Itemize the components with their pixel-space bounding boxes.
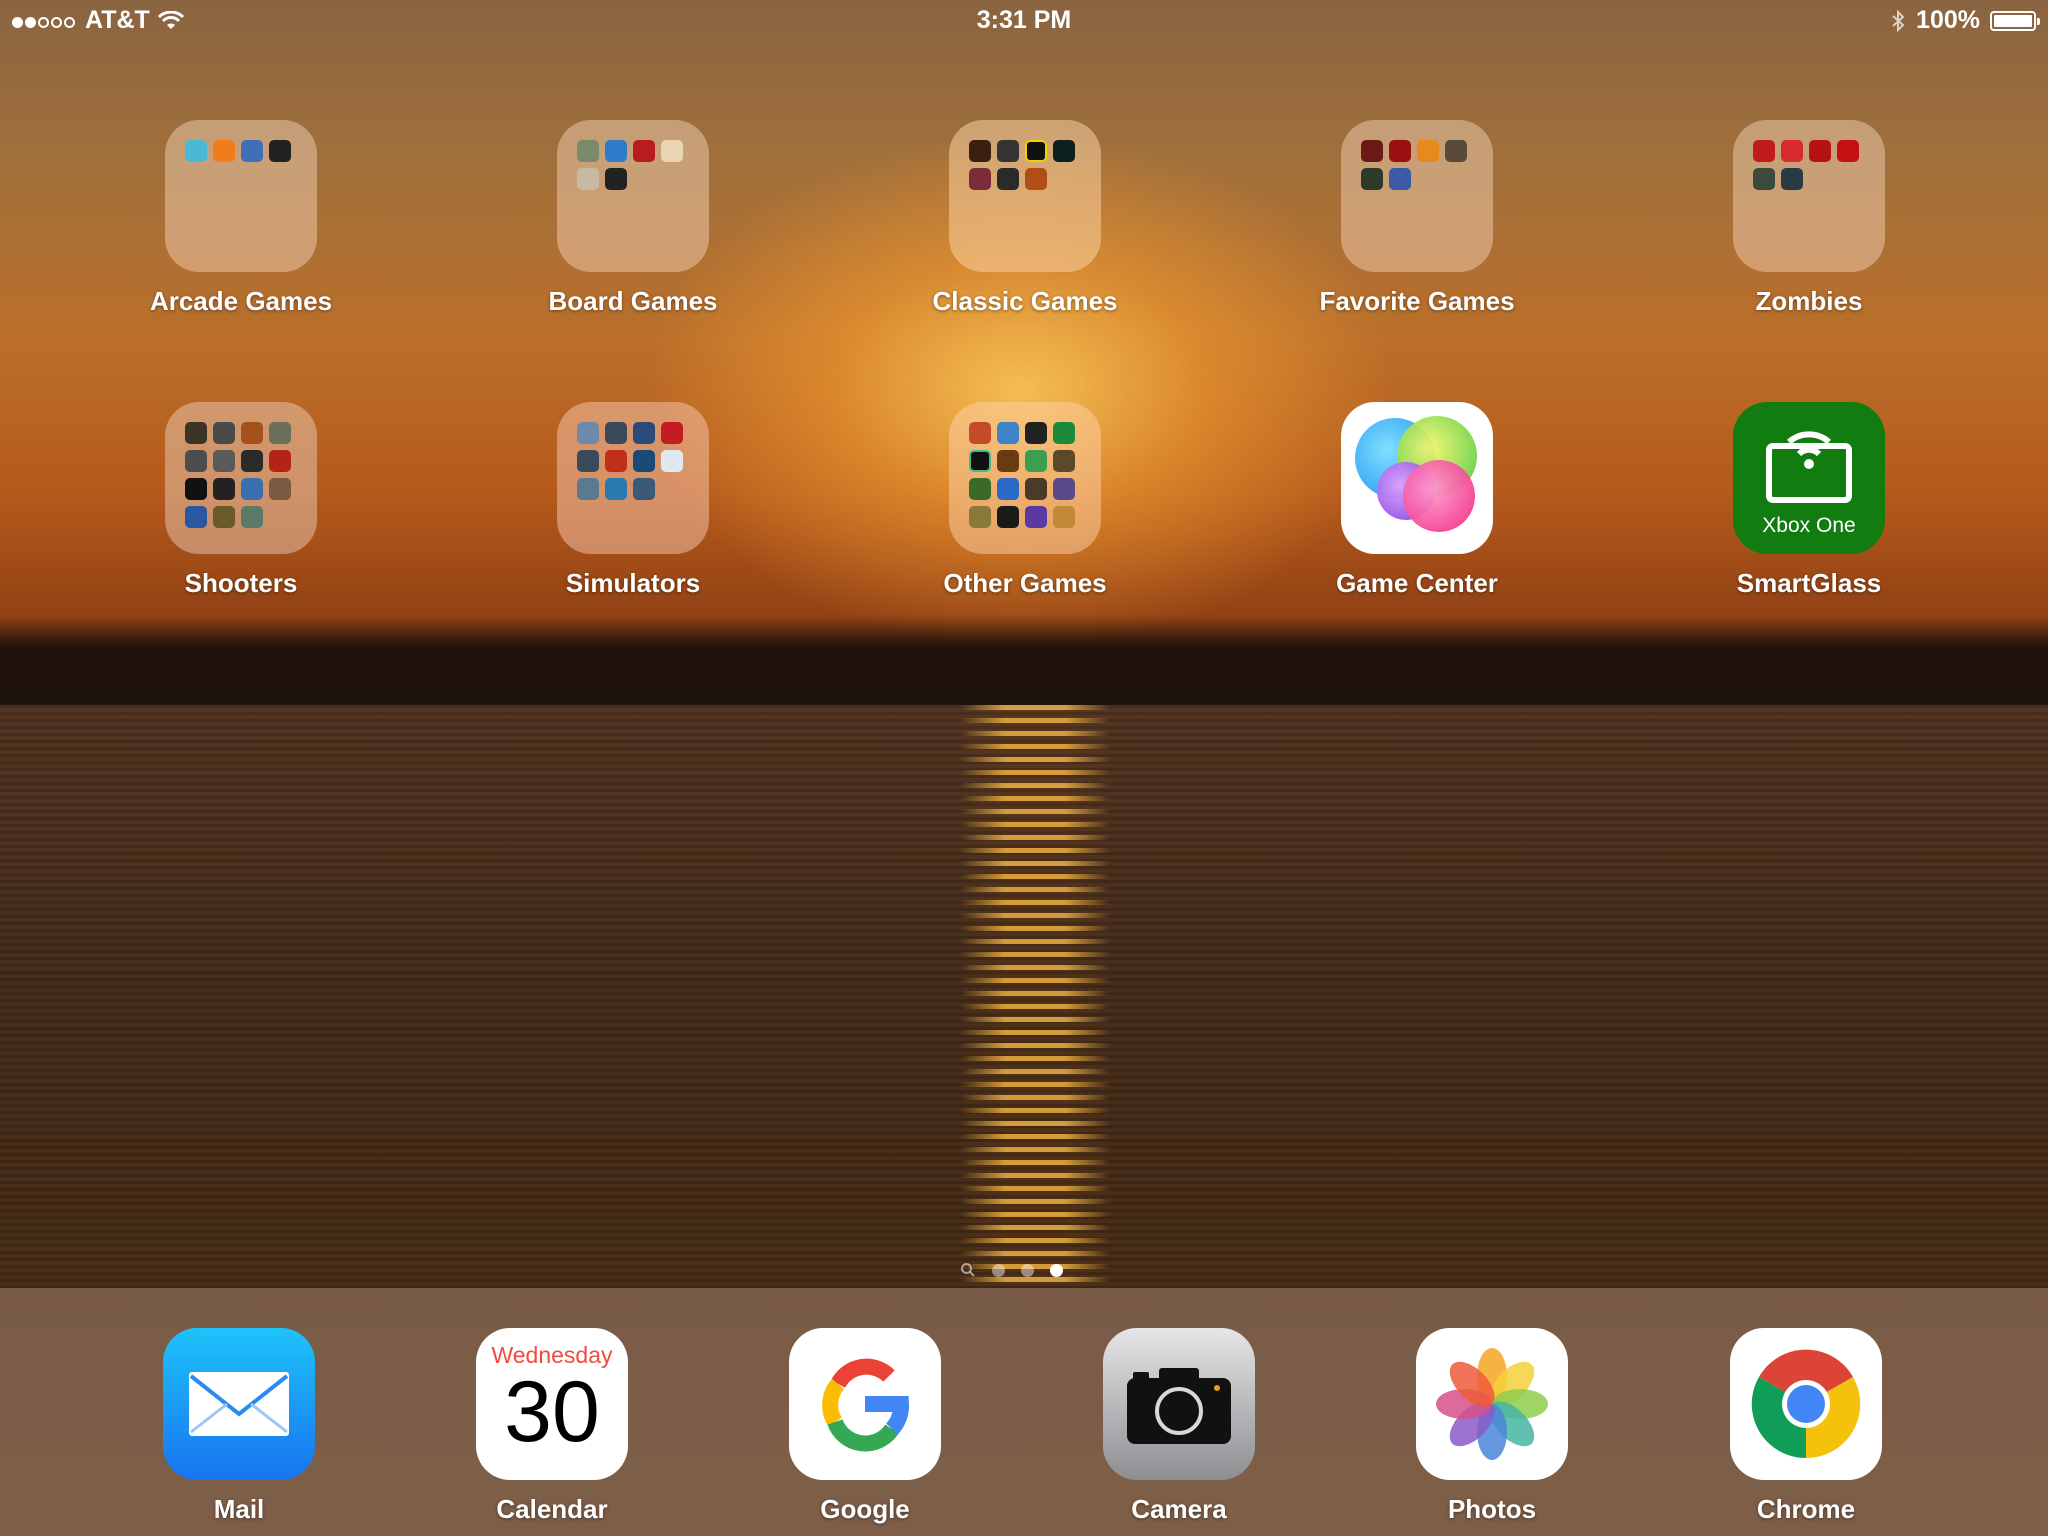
battery-icon bbox=[1990, 10, 2040, 31]
wallpaper-treeline bbox=[0, 615, 2048, 710]
calendar-date: 30 bbox=[504, 1364, 600, 1460]
app-smartglass[interactable]: Xbox One SmartGlass bbox=[1689, 402, 1929, 599]
app-label: Google bbox=[820, 1494, 910, 1524]
app-label: Mail bbox=[213, 1494, 265, 1524]
dock-app-chrome[interactable]: Chrome bbox=[1686, 1328, 1926, 1525]
dock: Mail Wednesday 30 Calendar Google Camera… bbox=[0, 1288, 2048, 1536]
folder-icon bbox=[949, 120, 1101, 272]
mail-icon bbox=[163, 1328, 315, 1480]
folder-favorite-games[interactable]: Favorite Games bbox=[1297, 120, 1537, 317]
battery-percent: 100% bbox=[1916, 6, 1980, 34]
wallpaper-reflection bbox=[960, 705, 1110, 1285]
app-label: Camera bbox=[1131, 1494, 1227, 1524]
app-label: Other Games bbox=[943, 568, 1107, 598]
app-label: Favorite Games bbox=[1319, 286, 1515, 316]
app-label: Arcade Games bbox=[149, 286, 333, 316]
folder-shooters[interactable]: Shooters bbox=[121, 402, 361, 599]
folder-icon bbox=[949, 402, 1101, 554]
app-label: Photos bbox=[1447, 1494, 1537, 1524]
page-dot-current[interactable] bbox=[1050, 1263, 1063, 1277]
status-right: 100% bbox=[1890, 6, 2040, 35]
folder-icon bbox=[165, 402, 317, 554]
app-label: Board Games bbox=[548, 286, 718, 316]
xbox-one-text: Xbox One bbox=[1762, 514, 1856, 537]
game-center-icon bbox=[1341, 402, 1493, 554]
dock-app-camera[interactable]: Camera bbox=[1059, 1328, 1299, 1525]
folder-icon bbox=[165, 120, 317, 272]
app-label: Simulators bbox=[565, 568, 701, 598]
app-label: Zombies bbox=[1755, 286, 1863, 316]
calendar-icon: Wednesday 30 bbox=[476, 1328, 628, 1480]
google-icon bbox=[789, 1328, 941, 1480]
dock-app-mail[interactable]: Mail bbox=[119, 1328, 359, 1525]
app-label: Shooters bbox=[184, 568, 298, 598]
page-dot[interactable] bbox=[1021, 1263, 1034, 1277]
status-time: 3:31 PM bbox=[976, 6, 1072, 34]
app-label: Game Center bbox=[1336, 568, 1498, 598]
search-page-icon[interactable] bbox=[960, 1262, 976, 1278]
folder-icon bbox=[1341, 120, 1493, 272]
page-dot[interactable] bbox=[992, 1263, 1005, 1277]
folder-icon bbox=[1733, 120, 1885, 272]
camera-icon bbox=[1103, 1328, 1255, 1480]
app-label: Classic Games bbox=[932, 286, 1118, 316]
app-label: Calendar bbox=[496, 1494, 608, 1524]
dock-app-google[interactable]: Google bbox=[745, 1328, 985, 1525]
app-label: Chrome bbox=[1756, 1494, 1856, 1524]
folder-icon bbox=[557, 120, 709, 272]
folder-zombies[interactable]: Zombies bbox=[1689, 120, 1929, 317]
dock-app-calendar[interactable]: Wednesday 30 Calendar bbox=[432, 1328, 672, 1525]
folder-simulators[interactable]: Simulators bbox=[513, 402, 753, 599]
folder-board-games[interactable]: Board Games bbox=[513, 120, 753, 317]
bluetooth-icon bbox=[1892, 9, 1905, 32]
xbox-smartglass-icon: Xbox One bbox=[1733, 402, 1885, 554]
page-indicator[interactable] bbox=[960, 1262, 1063, 1278]
photos-icon bbox=[1416, 1328, 1568, 1480]
dock-app-photos[interactable]: Photos bbox=[1372, 1328, 1612, 1525]
folder-arcade-games[interactable]: Arcade Games bbox=[121, 120, 361, 317]
folder-other-games[interactable]: Other Games bbox=[905, 402, 1145, 599]
chrome-icon bbox=[1730, 1328, 1882, 1480]
folder-icon bbox=[557, 402, 709, 554]
status-bar: AT&T 3:31 PM 100% bbox=[0, 0, 2048, 40]
folder-classic-games[interactable]: Classic Games bbox=[905, 120, 1145, 317]
app-game-center[interactable]: Game Center bbox=[1297, 402, 1537, 599]
app-label: SmartGlass bbox=[1736, 568, 1882, 598]
